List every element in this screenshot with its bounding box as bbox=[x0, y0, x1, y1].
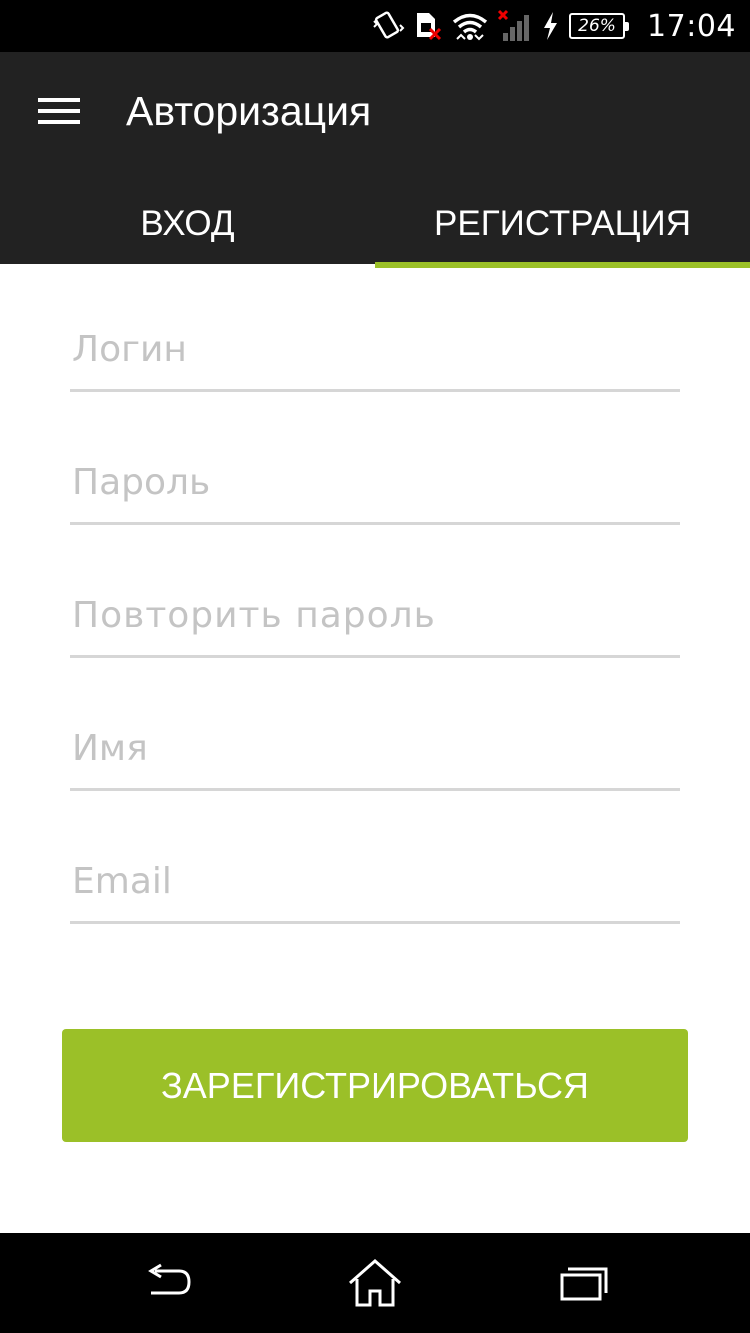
page-title: Авторизация bbox=[126, 88, 372, 134]
password-field-container bbox=[70, 433, 680, 525]
system-nav-bar bbox=[0, 1233, 750, 1333]
back-icon[interactable] bbox=[136, 1255, 200, 1311]
battery-icon: 26% bbox=[569, 13, 630, 39]
registration-form bbox=[70, 300, 680, 965]
battery-percent: 26% bbox=[578, 16, 616, 36]
sim-error-icon bbox=[417, 13, 442, 41]
status-icons: 26% 17:04 bbox=[371, 0, 736, 52]
name-field-container bbox=[70, 699, 680, 791]
login-field-container bbox=[70, 300, 680, 392]
status-bar: 26% 17:04 bbox=[0, 0, 750, 52]
repeat-password-input[interactable] bbox=[70, 587, 680, 643]
email-input[interactable] bbox=[70, 853, 680, 909]
home-icon[interactable] bbox=[343, 1255, 407, 1311]
email-field-container bbox=[70, 832, 680, 924]
password-input[interactable] bbox=[70, 454, 680, 510]
status-time: 17:04 bbox=[647, 8, 736, 44]
wifi-icon bbox=[452, 13, 488, 41]
repeat-password-field-container bbox=[70, 566, 680, 658]
signal-no-service-icon bbox=[497, 9, 530, 41]
vibrate-icon bbox=[373, 11, 405, 39]
recent-apps-icon[interactable] bbox=[552, 1255, 616, 1311]
login-input[interactable] bbox=[70, 321, 680, 377]
tab-bar: ВХОД РЕГИСТРАЦИЯ bbox=[0, 184, 750, 268]
charging-icon bbox=[544, 12, 558, 40]
hamburger-menu-icon[interactable] bbox=[26, 86, 90, 136]
tab-login[interactable]: ВХОД bbox=[0, 184, 375, 264]
app-bar: Авторизация ВХОД РЕГИСТРАЦИЯ bbox=[0, 52, 750, 268]
tab-registration[interactable]: РЕГИСТРАЦИЯ bbox=[375, 184, 750, 268]
register-button[interactable]: ЗАРЕГИСТРИРОВАТЬСЯ bbox=[62, 1029, 688, 1142]
name-input[interactable] bbox=[70, 720, 680, 776]
